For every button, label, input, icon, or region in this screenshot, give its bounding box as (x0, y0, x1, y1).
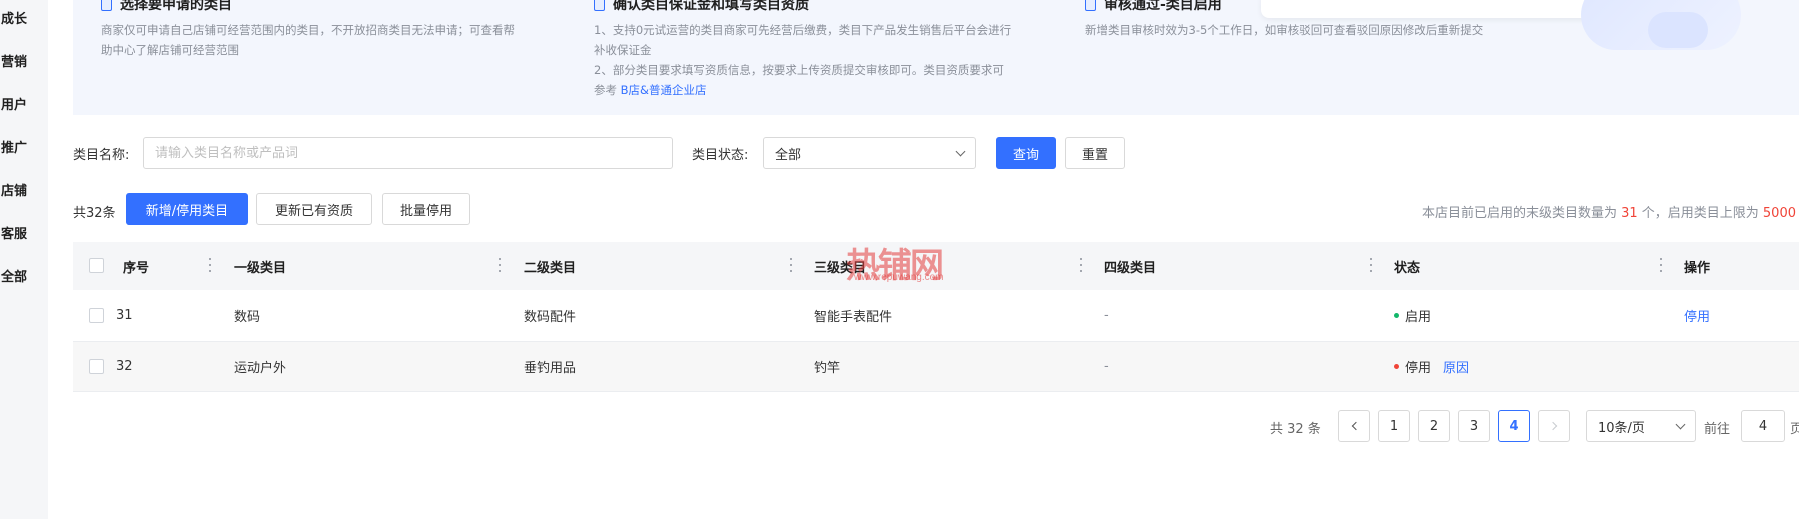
sidebar-item-growth[interactable]: 成长 (0, 8, 48, 27)
batch-disable-button[interactable]: 批量停用 (382, 193, 470, 225)
step-desc-line: 新增类目审核时效为3-5个工作日，如审核驳回可查看驳回原因修改后重新提交 (1085, 23, 1484, 37)
cell-level1: 数码 (234, 310, 261, 325)
cell-level2: 垂钓用品 (524, 361, 577, 376)
update-qualification-button[interactable]: 更新已有资质 (256, 193, 372, 225)
cell-index: 31 (116, 308, 133, 323)
query-button[interactable]: 查询 (996, 137, 1056, 169)
category-status-value: 全部 (775, 147, 802, 163)
cell-level4: - (1104, 359, 1109, 374)
page-button-3[interactable]: 3 (1458, 410, 1490, 442)
decorative-illustration (1648, 12, 1708, 48)
quota-mid: 个，启用类目上限为 (1637, 206, 1763, 221)
goto-label: 前往 (1704, 422, 1731, 437)
sidebar-item-store[interactable]: 店铺 (0, 180, 48, 199)
sidebar-item-all[interactable]: 全部 (0, 266, 48, 285)
header-level4: 四级类目 (1104, 260, 1157, 276)
column-resize-handle[interactable] (498, 258, 501, 272)
category-name-label: 类目名称: (73, 148, 130, 163)
sidebar-item-marketing[interactable]: 营销 (0, 51, 48, 70)
category-status-select[interactable]: 全部 (763, 137, 976, 169)
header-action: 操作 (1684, 260, 1711, 276)
sidebar-item-promotion[interactable]: 推广 (0, 137, 48, 156)
column-resize-handle[interactable] (1659, 258, 1662, 272)
sidebar-item-service[interactable]: 客服 (0, 223, 48, 242)
quota-prefix: 本店目前已启用的末级类目数量为 (1421, 206, 1622, 221)
reset-button[interactable]: 重置 (1065, 137, 1125, 169)
page-button-1[interactable]: 1 (1378, 410, 1410, 442)
column-resize-handle[interactable] (1369, 258, 1372, 272)
page-size-value: 10条/页 (1598, 420, 1645, 436)
column-resize-handle[interactable] (208, 258, 211, 272)
header-level2: 二级类目 (524, 260, 577, 276)
status-text: 启用 (1405, 310, 1432, 325)
chevron-down-icon (1675, 419, 1686, 429)
goto-suffix: 页 (1790, 422, 1799, 437)
cell-index: 32 (116, 359, 133, 374)
disable-link[interactable]: 停用 (1684, 290, 1710, 341)
cell-status: 停用 原因 (1394, 342, 1469, 391)
status-text: 停用 (1405, 361, 1432, 376)
chevron-left-icon (1351, 421, 1360, 431)
next-page-button[interactable] (1538, 410, 1570, 442)
cell-status: 启用 (1394, 290, 1431, 341)
step-desc-line: 1、支持0元试运营的类目商家可先经营后缴费，类目下产品发生销售后平台会进行 (594, 23, 1012, 37)
page-size-select[interactable]: 10条/页 (1586, 410, 1696, 442)
category-status-label: 类目状态: (692, 148, 749, 163)
table-row: 31 数码 数码配件 智能手表配件 - 启用 停用 (73, 290, 1799, 342)
column-resize-handle[interactable] (789, 258, 792, 272)
document-icon (594, 0, 605, 11)
cell-level3: 智能手表配件 (814, 310, 893, 325)
sidebar: 成长 营销 用户 推广 店铺 客服 全部 (0, 0, 48, 519)
row-checkbox[interactable] (89, 308, 104, 323)
header-index: 序号 (123, 260, 150, 276)
document-icon (101, 0, 112, 11)
goto-page-input[interactable]: 4 (1741, 410, 1785, 442)
cell-level2: 数码配件 (524, 310, 577, 325)
cell-level3: 钓竿 (814, 361, 841, 376)
quota-limit: 5000 (1762, 206, 1796, 221)
pagination-total: 共 32 条 (1270, 422, 1321, 437)
document-icon (1085, 0, 1096, 11)
prev-page-button[interactable] (1338, 410, 1370, 442)
status-dot-disabled (1394, 364, 1399, 369)
cell-level4: - (1104, 308, 1109, 323)
table-header: 序号 一级类目 二级类目 三级类目 四级类目 状态 操作 (73, 242, 1799, 290)
step-desc-line: 助中心了解店铺可经营范围 (101, 43, 239, 57)
sidebar-item-users[interactable]: 用户 (0, 94, 48, 113)
store-type-link[interactable]: B店&普通企业店 (621, 83, 707, 97)
row-checkbox[interactable] (89, 359, 104, 374)
reason-link[interactable]: 原因 (1443, 357, 1469, 376)
process-banner: 选择要申请的类目 商家仅可申请自己店铺可经营范围内的类目，不开放招商类目无法申请… (73, 0, 1799, 115)
header-level3: 三级类目 (814, 260, 867, 276)
step-desc-line: 商家仅可申请自己店铺可经营范围内的类目，不开放招商类目无法申请；可查看帮 (101, 23, 515, 37)
step-desc-line: 2、部分类目要求填写资质信息，按要求上传资质提交审核即可。类目资质要求可 (594, 63, 1004, 77)
category-quota-info: 本店目前已启用的末级类目数量为 31 个，启用类目上限为 5000 (1422, 202, 1796, 221)
chevron-down-icon (955, 146, 966, 156)
page-button-4[interactable]: 4 (1498, 410, 1530, 442)
step-title: 选择要申请的类目 (120, 0, 232, 13)
step-title: 审核通过-类目启用 (1104, 0, 1222, 13)
record-count: 共32条 (73, 206, 116, 221)
status-dot-enabled (1394, 313, 1399, 318)
header-status: 状态 (1394, 260, 1421, 276)
step-title: 确认类目保证金和填写类目资质 (613, 0, 809, 13)
goto-page-value: 4 (1758, 418, 1768, 434)
column-resize-handle[interactable] (1079, 258, 1082, 272)
header-level1: 一级类目 (234, 260, 287, 276)
step-desc-prefix: 参考 (594, 83, 621, 97)
chevron-right-icon (1548, 421, 1557, 431)
page-button-2[interactable]: 2 (1418, 410, 1450, 442)
select-all-checkbox[interactable] (89, 258, 104, 273)
cell-level1: 运动户外 (234, 361, 287, 376)
table-row: 32 运动户外 垂钓用品 钓竿 - 停用 原因 (73, 342, 1799, 392)
add-disable-category-button[interactable]: 新增/停用类目 (126, 193, 248, 225)
quota-count: 31 (1621, 206, 1638, 221)
step-desc-line: 补收保证金 (594, 43, 652, 57)
category-name-input[interactable] (143, 137, 673, 169)
